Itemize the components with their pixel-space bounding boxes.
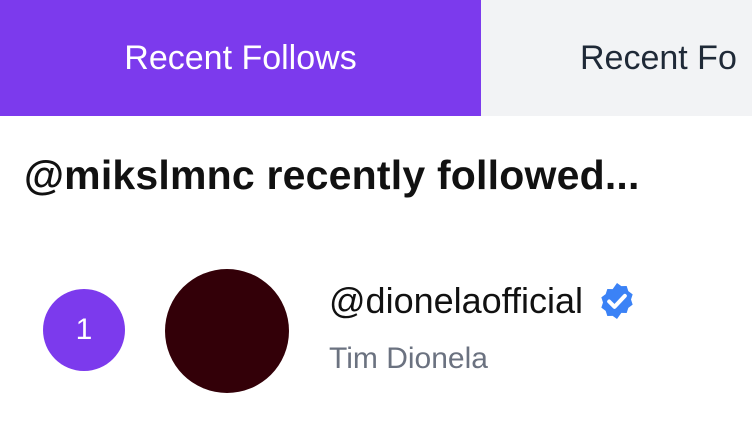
user-display-name: Tim Dionela <box>329 342 488 375</box>
recent-follows-panel: Recent Follows Recent Fo @mikslmnc recen… <box>0 0 752 423</box>
tab-recent-follows[interactable]: Recent Follows <box>0 0 481 116</box>
page-heading: @mikslmnc recently followed... <box>24 152 640 198</box>
tab-bar: Recent Follows Recent Fo <box>0 0 752 116</box>
verified-badge-icon <box>601 283 633 319</box>
follow-list-item[interactable]: 1 @dionelaofficial Tim Dionela <box>0 260 752 400</box>
handle-line: @dionelaofficial <box>329 280 637 322</box>
avatar[interactable] <box>165 269 289 393</box>
tab-recent-followers-label: Recent Fo <box>580 38 737 77</box>
tab-recent-follows-label: Recent Follows <box>124 38 357 77</box>
user-handle-link[interactable]: @dionelaofficial <box>329 280 583 322</box>
tab-recent-followers[interactable]: Recent Fo <box>481 0 752 116</box>
rank-badge: 1 <box>43 289 125 371</box>
